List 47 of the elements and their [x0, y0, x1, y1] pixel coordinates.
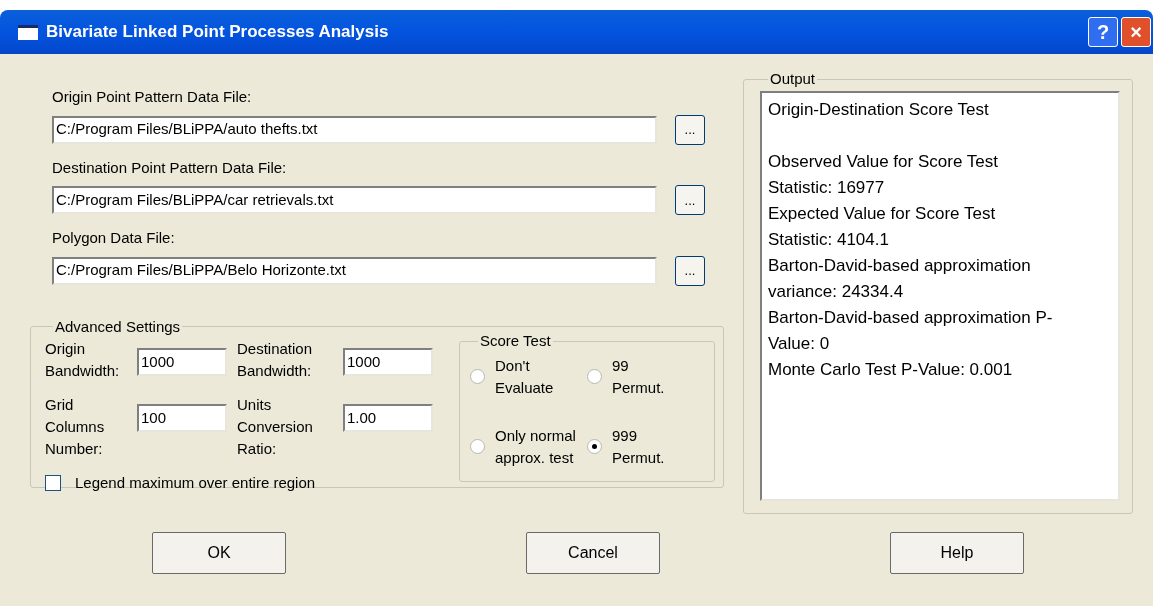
browse-button[interactable]: ... [675, 255, 705, 286]
input-field[interactable]: 1000 [137, 348, 227, 376]
dialog-button[interactable]: OK [152, 532, 286, 574]
input-field[interactable]: 1.00 [343, 404, 433, 432]
input-field[interactable]: C:/Program Files/BLiPPA/Belo Horizonte.txt [52, 256, 657, 285]
group-title: Score Test [479, 331, 552, 351]
browse-button[interactable]: ... [675, 185, 705, 215]
close-button[interactable]: × [1121, 17, 1151, 47]
field-label: Grid Columns Number: [45, 395, 106, 459]
group-title: Advanced Settings [54, 316, 182, 337]
field-label: Destination Point Pattern Data File: [52, 157, 288, 178]
group-title: Output [769, 69, 817, 89]
input-field[interactable]: C:/Program Files/BLiPPA/auto thefts.txt [52, 115, 657, 144]
output-line: Monte Carlo Test P-Value: 0.001 [768, 358, 1014, 381]
browse-button[interactable]: ... [675, 114, 705, 145]
field-label: Polygon Data File: [52, 228, 176, 248]
input-field[interactable]: 1000 [343, 348, 433, 376]
output-line: Barton-David-based approximation P- [768, 306, 1054, 329]
input-field[interactable]: C:/Program Files/BLiPPA/car retrievals.txt [52, 186, 657, 214]
output-line: Observed Value for Score Test [768, 150, 999, 173]
field-label: Destination Bandwidth: [237, 339, 314, 381]
output-line: Statistic: 4104.1 [768, 228, 890, 251]
checkbox-label: Legend maximum over entire region [75, 473, 316, 493]
checkbox[interactable] [45, 475, 61, 492]
output-line: Origin-Destination Score Test [768, 98, 990, 121]
radio-label: 999 Permut. [612, 425, 665, 468]
radio-button[interactable] [587, 369, 602, 384]
field-label: Origin Point Pattern Data File: [52, 87, 253, 107]
help-button[interactable]: ? [1088, 17, 1118, 47]
window-title: Bivariate Linked Point Processes Analysis [46, 21, 389, 44]
field-label: Units Conversion Ratio: [237, 395, 314, 459]
radio-button[interactable] [587, 439, 602, 454]
radio-label: 99 Permut. [612, 355, 665, 398]
radio-label: Don't Evaluate [495, 355, 554, 398]
dialog-button[interactable]: Cancel [526, 532, 660, 574]
radio-label: Only normal approx. test [495, 425, 576, 468]
window-icon [18, 24, 38, 40]
radio-button[interactable] [470, 369, 485, 384]
output-line: Statistic: 16977 [768, 176, 886, 199]
output-line: Value: 0 [768, 332, 831, 355]
input-field[interactable]: 100 [137, 404, 227, 432]
output-line: Expected Value for Score Test [768, 202, 997, 225]
output-line: variance: 24334.4 [768, 280, 905, 303]
radio-button[interactable] [470, 439, 485, 454]
output-line: Barton-David-based approximation [768, 254, 1032, 277]
dialog-button[interactable]: Help [890, 532, 1024, 574]
field-label: Origin Bandwidth: [45, 339, 121, 381]
